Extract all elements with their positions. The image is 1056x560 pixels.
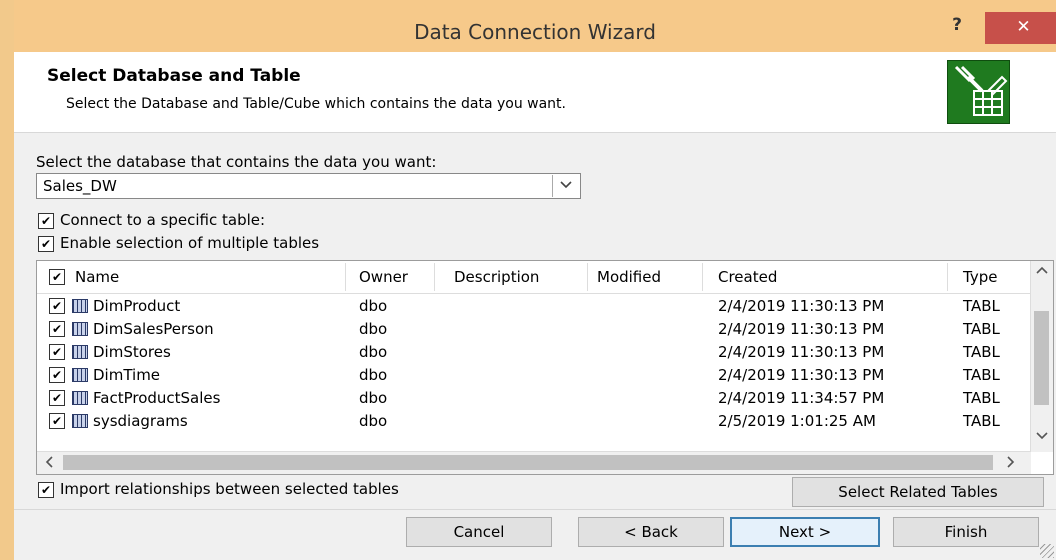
table-row[interactable]: ✔ sysdiagrams dbo 2/5/2019 1:01:25 AM TA… [37, 410, 1031, 433]
table-icon [72, 345, 88, 359]
row-checkbox[interactable]: ✔ [49, 413, 65, 429]
back-button[interactable]: < Back [578, 517, 724, 547]
table-header: ✔ Name Owner Description Modified Create… [37, 261, 1031, 294]
column-header-owner[interactable]: Owner [359, 268, 408, 286]
database-prompt-label: Select the database that contains the da… [36, 153, 437, 171]
row-created: 2/4/2019 11:30:13 PM [718, 320, 885, 338]
row-checkbox[interactable]: ✔ [49, 367, 65, 383]
row-checkbox[interactable]: ✔ [49, 344, 65, 360]
row-name: DimStores [93, 343, 171, 361]
table-row[interactable]: ✔ DimTime dbo 2/4/2019 11:30:13 PM TABL [37, 364, 1031, 387]
row-type: TABL [963, 297, 1000, 315]
table-row[interactable]: ✔ FactProductSales dbo 2/4/2019 11:34:57… [37, 387, 1031, 410]
column-header-description[interactable]: Description [454, 268, 539, 286]
table-row[interactable]: ✔ DimStores dbo 2/4/2019 11:30:13 PM TAB… [37, 341, 1031, 364]
close-button[interactable]: ✕ [985, 12, 1056, 44]
table-icon [72, 414, 88, 428]
row-checkbox[interactable]: ✔ [49, 390, 65, 406]
row-checkbox[interactable]: ✔ [49, 298, 65, 314]
row-created: 2/4/2019 11:30:13 PM [718, 297, 885, 315]
finish-button[interactable]: Finish [893, 517, 1039, 547]
row-owner: dbo [359, 343, 388, 361]
resize-grip[interactable] [1040, 544, 1054, 558]
row-created: 2/4/2019 11:34:57 PM [718, 389, 885, 407]
table-icon [72, 368, 88, 382]
row-created: 2/5/2019 1:01:25 AM [718, 412, 876, 430]
horizontal-scroll-thumb[interactable] [63, 455, 993, 470]
database-select-value: Sales_DW [43, 177, 117, 195]
page-title: Select Database and Table [47, 66, 301, 86]
column-separator[interactable] [345, 263, 346, 291]
row-checkbox[interactable]: ✔ [49, 321, 65, 337]
scroll-left-icon[interactable] [45, 456, 53, 472]
row-owner: dbo [359, 389, 388, 407]
cancel-button[interactable]: Cancel [406, 517, 552, 547]
row-type: TABL [963, 412, 1000, 430]
row-name: DimSalesPerson [93, 320, 214, 338]
wizard-body: Select the database that contains the da… [14, 133, 1056, 560]
table-row[interactable]: ✔ DimProduct dbo 2/4/2019 11:30:13 PM TA… [37, 295, 1031, 318]
select-all-checkbox[interactable]: ✔ [49, 269, 65, 285]
import-relationships-label: Import relationships between selected ta… [60, 480, 399, 498]
enable-multiple-label: Enable selection of multiple tables [60, 234, 320, 252]
footer-divider [14, 509, 1056, 510]
table-icon [72, 322, 88, 336]
row-created: 2/4/2019 11:30:13 PM [718, 343, 885, 361]
row-owner: dbo [359, 366, 388, 384]
database-select[interactable]: Sales_DW [36, 173, 581, 199]
row-type: TABL [963, 366, 1000, 384]
wizard-header: Select Database and Table Select the Dat… [14, 52, 1056, 133]
data-connection-wizard-window: Data Connection Wizard ? ✕ Select Databa… [0, 0, 1056, 560]
column-header-type[interactable]: Type [963, 268, 997, 286]
database-connection-icon [947, 60, 1010, 124]
select-related-tables-button[interactable]: Select Related Tables [792, 477, 1044, 507]
import-relationships-checkbox[interactable]: ✔ [38, 482, 54, 498]
row-name: sysdiagrams [93, 412, 188, 430]
row-owner: dbo [359, 320, 388, 338]
window-title: Data Connection Wizard [414, 20, 656, 44]
help-button[interactable]: ? [944, 15, 970, 37]
table-row[interactable]: ✔ DimSalesPerson dbo 2/4/2019 11:30:13 P… [37, 318, 1031, 341]
row-type: TABL [963, 389, 1000, 407]
table-list[interactable]: ✔ Name Owner Description Modified Create… [36, 260, 1054, 475]
scroll-right-icon[interactable] [1007, 456, 1015, 472]
table-icon [72, 299, 88, 313]
next-button[interactable]: Next > [730, 517, 880, 547]
vertical-scroll-thumb[interactable] [1034, 311, 1049, 405]
title-bar[interactable]: Data Connection Wizard ? ✕ [14, 0, 1056, 52]
column-header-modified[interactable]: Modified [597, 268, 661, 286]
column-separator[interactable] [947, 263, 948, 291]
row-name: DimProduct [93, 297, 181, 315]
row-created: 2/4/2019 11:30:13 PM [718, 366, 885, 384]
row-owner: dbo [359, 412, 388, 430]
horizontal-scrollbar[interactable] [37, 451, 1031, 474]
row-type: TABL [963, 343, 1000, 361]
connect-specific-label: Connect to a specific table: [60, 211, 266, 229]
page-subtitle: Select the Database and Table/Cube which… [66, 96, 566, 112]
row-owner: dbo [359, 297, 388, 315]
enable-multiple-checkbox[interactable]: ✔ [38, 236, 54, 252]
connect-specific-checkbox[interactable]: ✔ [38, 213, 54, 229]
column-separator[interactable] [434, 263, 435, 291]
row-name: DimTime [93, 366, 161, 384]
scroll-up-icon[interactable] [1036, 263, 1048, 278]
row-name: FactProductSales [93, 389, 221, 407]
vertical-scrollbar[interactable] [1030, 261, 1053, 452]
column-header-created[interactable]: Created [718, 268, 777, 286]
column-header-name[interactable]: Name [75, 268, 119, 286]
table-icon [72, 391, 88, 405]
scroll-down-icon[interactable] [1036, 429, 1048, 444]
chevron-down-icon[interactable] [552, 175, 579, 197]
window-left-edge [0, 0, 14, 560]
column-separator[interactable] [702, 263, 703, 291]
column-separator[interactable] [587, 263, 588, 291]
row-type: TABL [963, 320, 1000, 338]
